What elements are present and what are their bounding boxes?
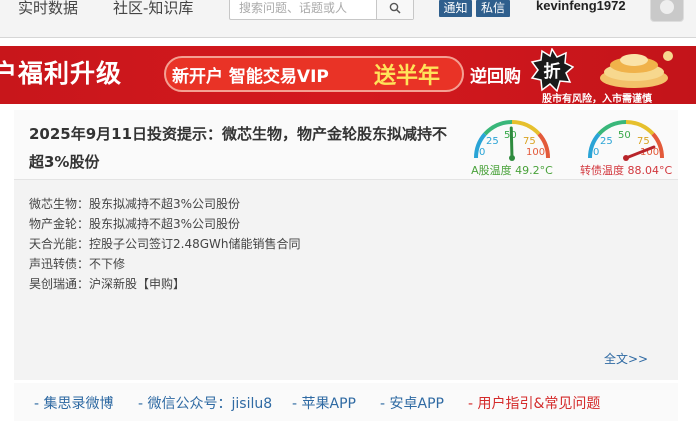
bond-temperature-gauge[interactable]: 0 25 50 75 100 转债温度 88.04°C (580, 114, 672, 180)
promo-banner[interactable]: 户福利升级 新开户 智能交易VIP 送半年 逆回购 折 股市有风险，入市需谨慎 (0, 46, 696, 104)
username-link[interactable]: kevinfeng1972 (536, 0, 626, 13)
nav-link-community[interactable]: 社区-知识库 (113, 0, 193, 16)
gauge-tick: 75 (523, 136, 536, 147)
gauge-tick: 100 (526, 147, 545, 158)
nav-link-realtime-data[interactable]: 实时数据 (18, 0, 78, 16)
footer-link-weibo[interactable]: - 集思录微博 (34, 393, 114, 413)
coin-stack-icon (600, 51, 673, 88)
gauge-tick: 25 (600, 136, 613, 147)
post-line: 微芯生物：股东拟减持不超3%公司股份 (29, 197, 241, 211)
gauge-needle (509, 126, 514, 160)
post-body: 微芯生物：股东拟减持不超3%公司股份 物产金轮：股东拟减持不超3%公司股份 天合… (29, 194, 301, 294)
post-line: 天合光能：控股子公司签订2.48GWh储能销售合同 (29, 237, 301, 251)
search-icon (389, 2, 401, 14)
a-share-temperature-label: A股温度 49.2°C (471, 164, 553, 177)
post-line: 昊创瑞通：沪深新股【申购】 (29, 277, 186, 291)
gauge-tick: 75 (637, 136, 650, 147)
discount-badge-label: 折 (544, 61, 561, 82)
read-more-link[interactable]: 全文>> (604, 350, 648, 367)
footer-link-user-guide[interactable]: - 用户指引&常见问题 (468, 393, 600, 413)
bond-gauge-dial: 0 25 50 75 100 (587, 119, 665, 161)
avatar[interactable] (650, 0, 684, 22)
banner-risk-note: 股市有风险，入市需谨慎 (542, 94, 652, 104)
footer-link-wechat[interactable]: - 微信公众号：jisilu8 (138, 393, 272, 413)
banner-repo-text: 逆回购 (470, 67, 521, 87)
banner-offer-text: 新开户 智能交易VIP (172, 67, 329, 87)
banner-highlight-text: 送半年 (374, 64, 441, 89)
top-nav: 实时数据 社区-知识库 通知 私信 kevinfeng1972 (0, 0, 696, 38)
discount-badge-icon: 折 (530, 48, 574, 92)
a-share-gauge-dial: 0 25 50 75 100 (473, 119, 551, 161)
messages-button[interactable]: 私信 (476, 0, 510, 17)
search-input[interactable] (230, 0, 376, 19)
post-card: 2025年9月11日投资提示：微芯生物，物产金轮股东拟减持不超3%股份 0 25… (14, 110, 678, 380)
post-line: 声迅转债：不下修 (29, 257, 126, 271)
post-line: 物产金轮：股东拟减持不超3%公司股份 (29, 217, 241, 231)
notifications-button[interactable]: 通知 (439, 0, 472, 17)
banner-headline: 户福利升级 (0, 59, 123, 88)
gauge-tick: 0 (479, 147, 485, 158)
footer-link-android-app[interactable]: - 安卓APP (380, 393, 444, 413)
bond-temperature-label: 转债温度 88.04°C (580, 164, 673, 177)
gauge-tick: 50 (618, 130, 631, 141)
post-header: 2025年9月11日投资提示：微芯生物，物产金轮股东拟减持不超3%股份 0 25… (14, 110, 678, 180)
gauge-tick: 25 (486, 136, 499, 147)
search-button[interactable] (376, 0, 413, 19)
search-box (229, 0, 414, 20)
a-share-temperature-gauge[interactable]: 0 25 50 75 100 A股温度 49.2°C (466, 114, 558, 180)
post-title[interactable]: 2025年9月11日投资提示：微芯生物，物产金轮股东拟减持不超3%股份 (29, 120, 449, 176)
page: 实时数据 社区-知识库 通知 私信 kevinfeng1972 户福利升级 新开… (0, 0, 696, 434)
footer-links: - 集思录微博 - 微信公众号：jisilu8 - 苹果APP - 安卓APP … (14, 383, 678, 421)
footer-link-ios-app[interactable]: - 苹果APP (292, 393, 356, 413)
gauge-tick: 0 (593, 147, 599, 158)
